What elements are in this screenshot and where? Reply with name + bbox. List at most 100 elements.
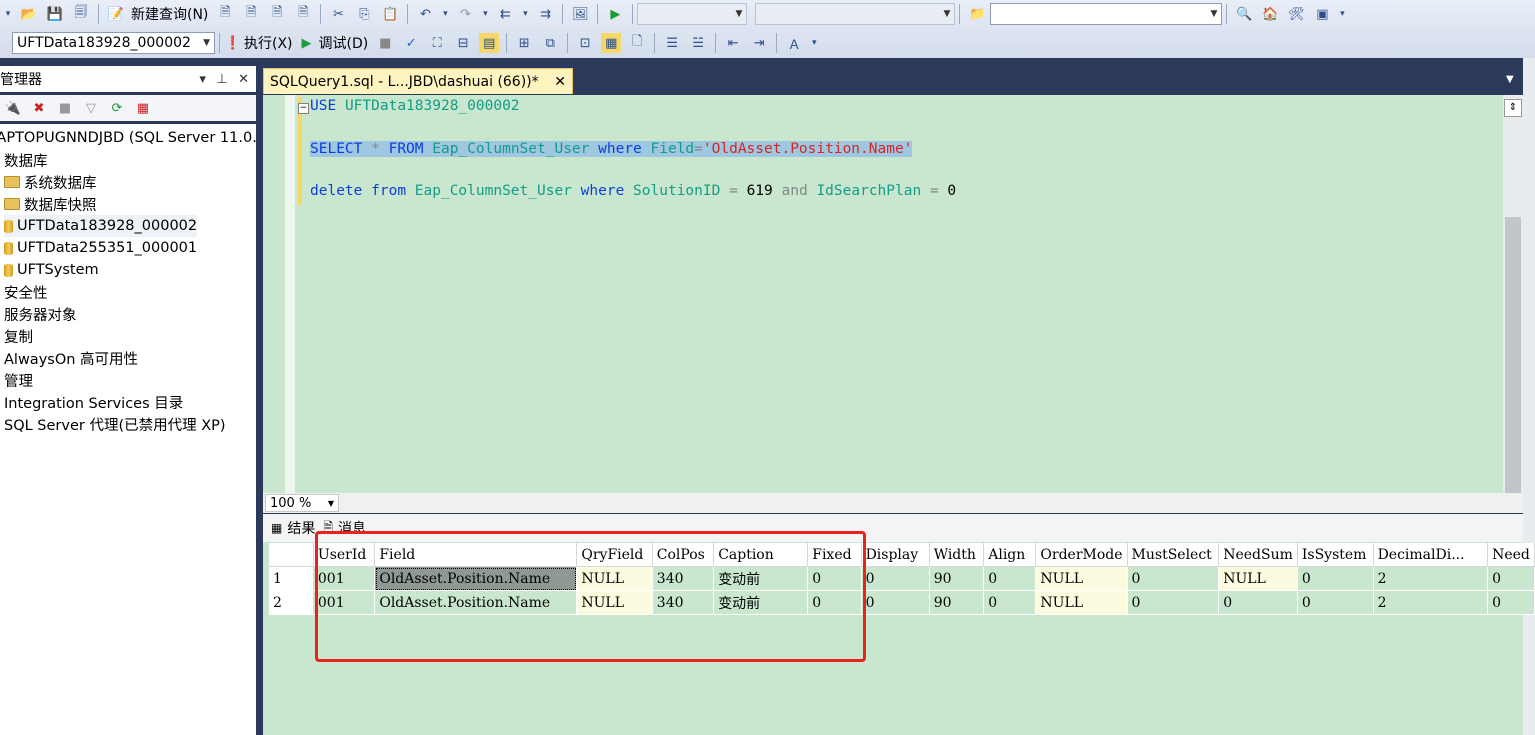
row-number[interactable]: 2 (269, 590, 314, 615)
results-to-file-icon[interactable]: 🗋 (627, 33, 647, 53)
table-cell[interactable]: 0 (1297, 590, 1374, 615)
column-header[interactable]: NeedSum (1218, 543, 1298, 567)
tree-node-security[interactable]: 安全性 (4, 281, 48, 303)
column-header[interactable]: Display (861, 543, 930, 567)
column-header[interactable]: Width (929, 543, 985, 567)
debug-icon[interactable]: ▶ (300, 33, 314, 53)
redo-dropdown-icon[interactable]: ▾ (481, 4, 489, 24)
table-cell[interactable]: NULL (1035, 566, 1128, 591)
tree-node-integration-services[interactable]: Integration Services 目录 (4, 391, 183, 413)
cut-icon[interactable]: ✂ (328, 4, 348, 24)
row-number-header[interactable] (269, 543, 314, 567)
dropdown-arrow-icon[interactable]: ▾ (3, 4, 13, 24)
code-line-3[interactable]: delete from Eap_ColumnSet_User where Sol… (310, 183, 956, 199)
tab-list-dropdown-icon[interactable]: ▼ (1506, 74, 1514, 85)
decrease-indent-icon[interactable]: ⇤ (723, 33, 743, 53)
increase-indent-icon[interactable]: ⇥ (749, 33, 769, 53)
dmx-query-icon[interactable]: 🗎 (267, 4, 287, 24)
toolbar-options-icon[interactable]: ▾ (1338, 4, 1346, 24)
tree-node-databases[interactable]: 数据库 (4, 149, 48, 171)
activity-monitor-icon[interactable]: ▦ (133, 98, 153, 118)
comment-icon[interactable]: ☰ (662, 33, 682, 53)
pin-icon[interactable]: ⊥ (216, 72, 227, 87)
tab-sqlquery1[interactable]: SQLQuery1.sql - L...JBD\dashuai (66))* ✕ (263, 68, 573, 94)
stop-icon[interactable]: ■ (55, 98, 75, 118)
redo-icon[interactable]: ↷ (455, 4, 475, 24)
table-cell[interactable]: 2 (1373, 590, 1489, 615)
save-all-icon[interactable]: 🗐 (71, 4, 91, 24)
table-cell[interactable]: 2 (1373, 566, 1489, 591)
tree-node-replication[interactable]: 复制 (4, 325, 33, 347)
debug-button[interactable]: 调试(D) (319, 33, 369, 53)
database-engine-query-icon[interactable]: 🗎 (215, 4, 235, 24)
navigate-dropdown-icon[interactable]: ▾ (521, 4, 529, 24)
cancel-query-icon[interactable]: ■ (375, 33, 395, 53)
table-cell[interactable]: 0 (1487, 590, 1535, 615)
start-icon[interactable]: ▶ (605, 4, 625, 24)
intellisense-icon[interactable]: ▤ (479, 33, 500, 53)
table-cell[interactable]: 0 (1487, 566, 1535, 591)
xmla-query-icon[interactable]: 🗎 (293, 4, 313, 24)
table-cell[interactable]: 0 (861, 566, 930, 591)
tree-node-alwayson[interactable]: AlwaysOn 高可用性 (4, 347, 138, 369)
new-query-icon[interactable]: 📝 (106, 4, 126, 24)
table-cell[interactable]: NULL (1035, 590, 1128, 615)
code-line-2[interactable]: SELECT * FROM Eap_ColumnSet_User where F… (310, 141, 913, 157)
splitter-icon[interactable]: ⇕ (1504, 99, 1522, 117)
find-combo[interactable]: ▼ (990, 3, 1223, 25)
close-icon[interactable]: ✕ (238, 72, 249, 87)
mdx-query-icon[interactable]: 🗎 (241, 4, 261, 24)
table-cell[interactable]: 0 (1218, 590, 1298, 615)
column-header[interactable]: DecimalDi... (1373, 543, 1489, 567)
toolbox-icon[interactable]: 🛠 (1286, 4, 1306, 24)
specify-template-values-icon[interactable]: ⧉ (540, 33, 560, 53)
tree-node-management[interactable]: 管理 (4, 369, 33, 391)
find-icon[interactable]: 🔍 (1234, 4, 1254, 24)
tree-node-server-objects[interactable]: 服务器对象 (4, 303, 77, 325)
specify-values-icon[interactable]: Ａ (784, 33, 804, 53)
connect-icon[interactable]: 🔌 (3, 98, 23, 118)
disconnect-icon[interactable]: ✖ (29, 98, 49, 118)
column-header[interactable]: Align (983, 543, 1037, 567)
filter-icon[interactable]: ▽ (81, 98, 101, 118)
solution-platform-combo[interactable]: ▼ (755, 3, 956, 25)
row-number[interactable]: 1 (269, 566, 314, 591)
include-actual-plan-icon[interactable]: ⊡ (575, 33, 595, 53)
execute-button[interactable]: 执行(X) (244, 33, 293, 53)
display-estimated-plan-icon[interactable]: ⛶ (427, 33, 447, 53)
column-header[interactable]: OrderMode (1035, 543, 1128, 567)
tab-results[interactable]: ▦ 结果 (271, 518, 315, 538)
open-file-icon[interactable]: 📂 (19, 4, 39, 24)
table-cell[interactable]: 90 (929, 566, 985, 591)
column-header[interactable]: Need (1487, 543, 1535, 567)
table-cell[interactable]: 90 (929, 590, 985, 615)
execute-icon[interactable]: ❗ (225, 33, 241, 53)
code-line-1[interactable]: USE UFTData183928_000002 (310, 98, 520, 114)
editor-vertical-scrollbar[interactable]: ⇕ (1503, 95, 1523, 507)
query-options-icon[interactable]: ⊟ (453, 33, 473, 53)
window-icon[interactable]: ▣ (1312, 4, 1332, 24)
copy-icon[interactable]: ⎘ (354, 4, 374, 24)
tree-node-system-databases[interactable]: 系统数据库 (4, 171, 97, 193)
table-cell[interactable]: 0 (1127, 590, 1220, 615)
tree-node-db3[interactable]: UFTSystem (4, 259, 99, 281)
properties-icon[interactable]: 🏠 (1260, 4, 1280, 24)
navigate-forward-icon[interactable]: ⇉ (535, 4, 555, 24)
tree-node-sql-agent[interactable]: SQL Server 代理(已禁用代理 XP) (4, 413, 226, 435)
parse-icon[interactable]: ✓ (401, 33, 421, 53)
toolbar-options-icon[interactable]: ▾ (810, 33, 818, 53)
new-query-button[interactable]: 新建查询(N) (131, 4, 208, 24)
paste-icon[interactable]: 📋 (380, 4, 400, 24)
table-cell[interactable]: 0 (1297, 566, 1374, 591)
table-cell[interactable]: 0 (983, 566, 1037, 591)
tree-node-db-snapshots[interactable]: 数据库快照 (4, 193, 97, 215)
results-to-grid-icon[interactable]: ▦ (601, 33, 622, 53)
undo-icon[interactable]: ↶ (415, 4, 435, 24)
available-databases-combo[interactable]: UFTData183928_000002 ▼ (12, 32, 215, 54)
table-cell[interactable]: 0 (1127, 566, 1220, 591)
solution-config-combo[interactable]: ▼ (637, 3, 748, 25)
table-cell[interactable]: 0 (861, 590, 930, 615)
scrollbar-thumb[interactable] (1505, 217, 1521, 507)
column-header[interactable]: MustSelect (1127, 543, 1220, 567)
tree-node-db1[interactable]: UFTData183928_000002 (4, 215, 198, 237)
